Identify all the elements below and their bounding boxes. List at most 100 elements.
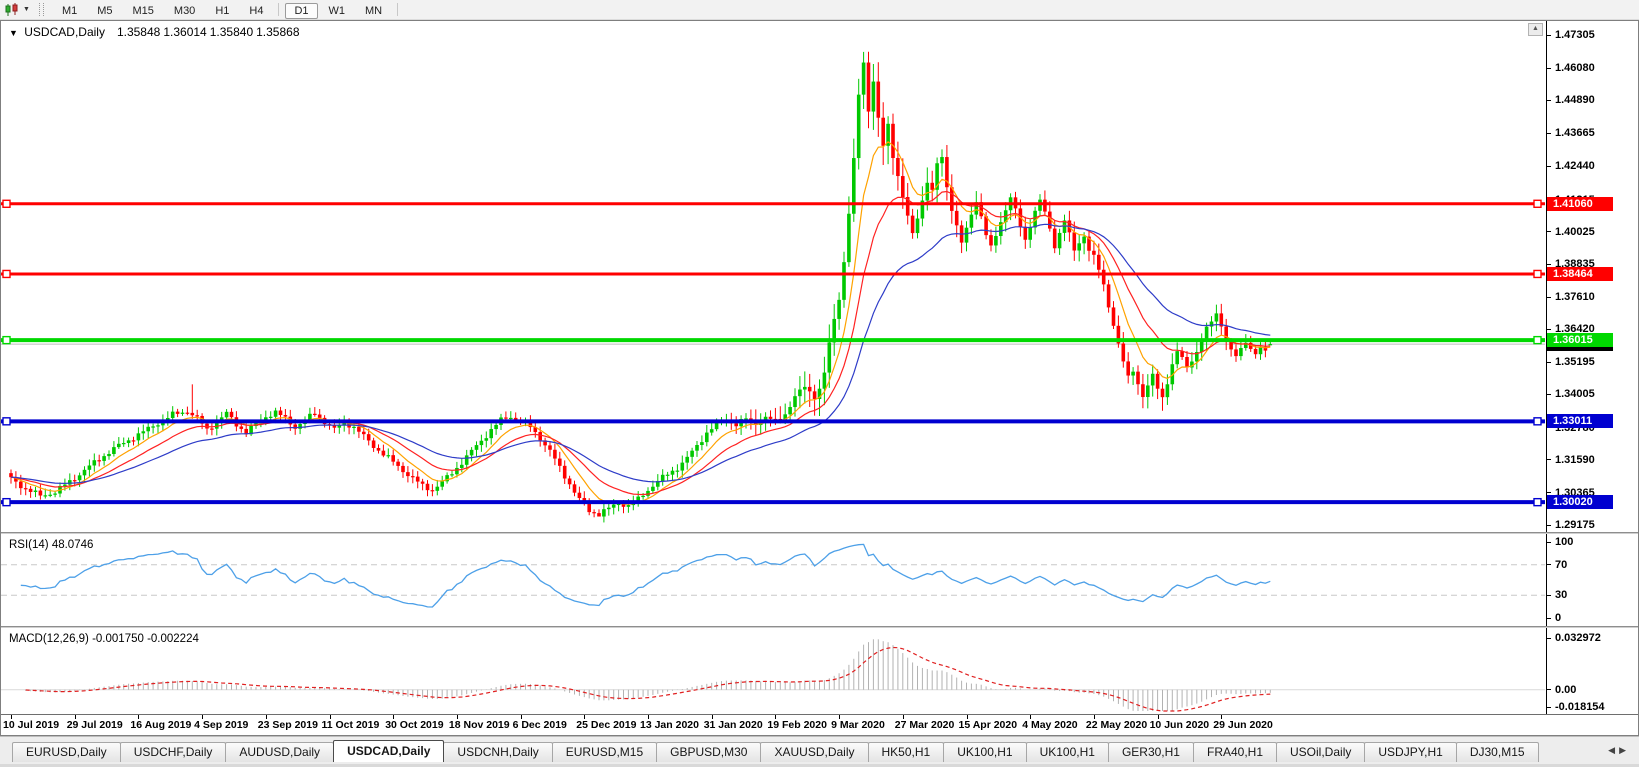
horizontal-level-lines[interactable] (1, 199, 1545, 507)
chart-tab-bar: EURUSD,Daily USDCHF,Daily AUDUSD,Daily USDC… (0, 736, 1639, 764)
candlestick-chart-icon[interactable] (4, 2, 20, 17)
rsi-tick: 0 (1547, 612, 1561, 625)
scroll-up-button[interactable]: ▲ (1528, 23, 1543, 36)
price-tick: 1.37610 (1547, 291, 1595, 304)
date-tick-label: 13 Jan 2020 (640, 719, 699, 731)
ohlc-open: 1.35848 (116, 25, 161, 39)
price-tick: 1.31590 (1547, 454, 1595, 467)
price-tick: 1.43665 (1547, 127, 1595, 140)
timeframe-buttons: M1 M5 M15 M30 H1 H4 D1 W1 MN (52, 1, 403, 19)
macd-tick: 0.00 (1547, 684, 1576, 697)
candlestick-series (9, 51, 1273, 523)
chart-symbol: USDCAD,Daily (24, 25, 105, 39)
rsi-tick: 70 (1547, 559, 1567, 572)
price-tick: 1.40025 (1547, 226, 1595, 239)
price-tick: 1.34005 (1547, 388, 1595, 401)
price-tick: 1.47305 (1547, 29, 1595, 42)
date-tick-label: 4 May 2020 (1022, 719, 1078, 731)
tab-eurusd-daily[interactable]: EURUSD,Daily (12, 742, 121, 762)
tab-fra40-h1[interactable]: FRA40,H1 (1192, 742, 1278, 762)
date-tick-label: 10 Jul 2019 (3, 719, 60, 731)
tab-audusd-daily[interactable]: AUDUSD,Daily (225, 742, 335, 762)
date-tick-label: 22 May 2020 (1085, 719, 1148, 731)
date-tick-label: 23 Sep 2019 (257, 719, 318, 731)
date-tick-label: 30 Oct 2019 (385, 719, 444, 731)
ohlc-low: 1.35840 (209, 25, 254, 39)
price-tick: 1.29175 (1547, 519, 1595, 532)
date-tick-label: 4 Sep 2019 (194, 719, 249, 731)
macd-axis: 0.032972 0.00 -0.018154 (1546, 628, 1638, 714)
tab-uk100-h1[interactable]: UK100,H1 (943, 742, 1027, 762)
date-tick-label: 6 Dec 2019 (512, 719, 567, 731)
price-panel: ▼ USDCAD,Daily 1.35848 1.36014 1.35840 1.358… (1, 21, 1638, 532)
timeframe-button-d1[interactable]: D1 (285, 2, 318, 19)
timeframe-button-h1[interactable]: H1 (206, 3, 238, 19)
macd-indicator-label: MACD(12,26,9) -0.001750 -0.002224 (9, 633, 199, 645)
tab-eurusd-m15[interactable]: EURUSD,M15 (551, 742, 658, 762)
tab-usdchf-daily[interactable]: USDCHF,Daily (119, 742, 227, 762)
price-chart-canvas[interactable] (1, 21, 1545, 532)
tab-dj30-m15[interactable]: DJ30,M15 (1455, 742, 1539, 762)
date-tick-label: 10 Jun 2020 (1149, 719, 1210, 731)
tab-usdcad-daily[interactable]: USDCAD,Daily (333, 740, 445, 762)
tab-scroll-right-icon[interactable]: ▶ (1619, 745, 1630, 755)
tab-scroll-left-icon[interactable]: ◀ (1608, 745, 1619, 755)
level-price-label: 1.30020 (1547, 495, 1613, 510)
date-tick-label: 16 Aug 2019 (130, 719, 192, 731)
price-tick: 1.44890 (1547, 94, 1595, 107)
date-tick-label: 18 Nov 2019 (448, 719, 510, 731)
level-price-label: 1.36015 (1547, 333, 1613, 348)
tab-uk100-h1[interactable]: UK100,H1 (1025, 742, 1109, 762)
macd-tick: 0.032972 (1547, 632, 1601, 645)
tab-ger30-h1[interactable]: GER30,H1 (1107, 742, 1194, 762)
chart-window: ▼ USDCAD,Daily 1.35848 1.36014 1.35840 1.358… (0, 20, 1639, 736)
rsi-tick: 30 (1547, 589, 1567, 602)
timeframe-button-h4[interactable]: H4 (240, 3, 272, 19)
date-axis: 10 Jul 2019 29 Jul 2019 16 Aug 2019 4 Sep 2… (1, 714, 1638, 735)
rsi-panel: RSI(14) 48.0746 100 70 30 0 (1, 534, 1638, 626)
tab-scroll-arrows[interactable]: ◀▶ (1608, 745, 1630, 756)
date-tick-label: 15 Apr 2020 (958, 719, 1018, 731)
chart-title: ▼ USDCAD,Daily 1.35848 1.36014 1.35840 1.358… (9, 25, 303, 39)
tab-xauusd-daily[interactable]: XAUUSD,Daily (760, 742, 869, 762)
price-tick: 1.46080 (1547, 62, 1595, 75)
toolbar-grip[interactable] (38, 3, 44, 16)
timeframe-button-m1[interactable]: M1 (53, 3, 86, 19)
date-tick-label: 29 Jun 2020 (1213, 719, 1273, 731)
price-tick: 1.35195 (1547, 356, 1595, 369)
rsi-axis: 100 70 30 0 (1546, 534, 1638, 626)
macd-tick: -0.018154 (1547, 701, 1605, 714)
timeframe-button-mn[interactable]: MN (356, 3, 391, 19)
price-axis: 1.473051.460801.448901.436651.424401.412… (1546, 21, 1638, 532)
ohlc-high: 1.36014 (163, 25, 207, 39)
rsi-line (20, 543, 1271, 608)
date-tick-label: 11 Oct 2019 (321, 719, 380, 731)
level-price-label: 1.33011 (1547, 414, 1613, 429)
timeframe-button-w1[interactable]: W1 (320, 3, 355, 19)
tab-usdjpy-h1[interactable]: USDJPY,H1 (1364, 742, 1457, 762)
rsi-indicator-label: RSI(14) 48.0746 (9, 539, 94, 551)
level-price-label: 1.41060 (1547, 196, 1613, 211)
tab-usoil-daily[interactable]: USOil,Daily (1276, 742, 1366, 762)
timeframe-button-m30[interactable]: M30 (165, 3, 204, 19)
price-tick: 1.42440 (1547, 160, 1595, 173)
date-tick-label: 25 Dec 2019 (576, 719, 637, 731)
symbol-dropdown-icon[interactable]: ▼ (9, 28, 18, 38)
ma-line-fast (10, 141, 1271, 505)
timeframe-button-m15[interactable]: M15 (124, 3, 163, 19)
tab-gbpusd-m30[interactable]: GBPUSD,M30 (656, 742, 762, 762)
date-tick-label: 27 Mar 2020 (894, 719, 955, 731)
date-tick-label: 31 Jan 2020 (703, 719, 763, 731)
rsi-chart-canvas[interactable] (1, 534, 1545, 626)
macd-chart-canvas[interactable] (1, 628, 1545, 714)
tab-hk50-h1[interactable]: HK50,H1 (867, 742, 945, 762)
tab-usdcnh-daily[interactable]: USDCNH,Daily (443, 742, 553, 762)
timeframe-toolbar: ▼ M1 M5 M15 M30 H1 H4 D1 W1 MN (0, 0, 1639, 20)
ma-line-slow (10, 223, 1271, 485)
chart-type-dropdown-icon[interactable]: ▼ (23, 6, 30, 13)
macd-panel: MACD(12,26,9) -0.001750 -0.002224 0.0329… (1, 628, 1638, 714)
timeframe-button-m5[interactable]: M5 (88, 3, 121, 19)
date-tick-label: 29 Jul 2019 (66, 719, 123, 731)
macd-signal-line (25, 646, 1271, 712)
date-tick-label: 9 Mar 2020 (831, 719, 885, 731)
